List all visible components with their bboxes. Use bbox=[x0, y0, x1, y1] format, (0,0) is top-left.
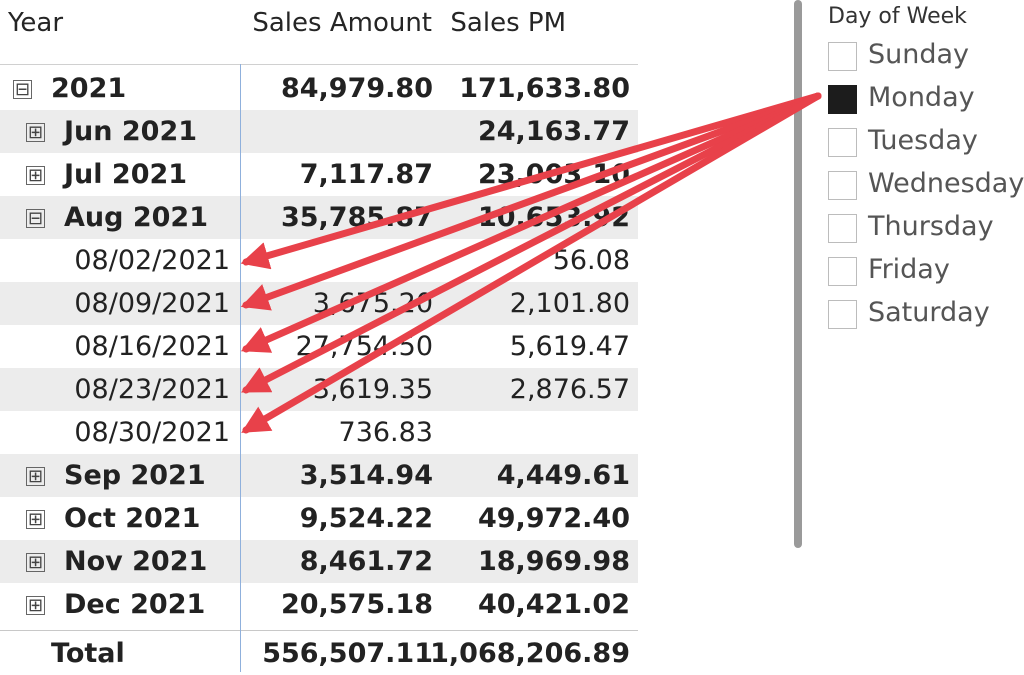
month-row-jun-2021: ⊞ Jun 2021 24,163.77 bbox=[0, 110, 638, 153]
expand-icon[interactable]: ⊞ bbox=[26, 467, 45, 486]
column-header-sales-amount[interactable]: Sales Amount bbox=[252, 8, 432, 38]
row-label: Dec 2021 bbox=[64, 589, 206, 620]
option-label: Monday bbox=[868, 82, 975, 113]
matrix-visual: Year Sales Amount Sales PM ⊟ 2021 84,979… bbox=[0, 0, 638, 672]
checkbox[interactable] bbox=[828, 171, 857, 200]
sales-amount-cell: 20,575.18 bbox=[280, 589, 433, 620]
slicer-option-friday[interactable]: Friday bbox=[828, 253, 1024, 293]
sales-amount-cell: 7,117.87 bbox=[299, 159, 433, 190]
expand-icon[interactable]: ⊞ bbox=[26, 166, 45, 185]
sales-pm-cell: 49,972.40 bbox=[477, 503, 630, 534]
day-row-08-09-2021: 08/09/2021 3,675.20 2,101.80 bbox=[0, 282, 638, 325]
month-row-nov-2021: ⊞ Nov 2021 8,461.72 18,969.98 bbox=[0, 540, 638, 583]
checkbox[interactable] bbox=[828, 42, 857, 71]
expand-icon[interactable]: ⊞ bbox=[26, 123, 45, 142]
matrix-header: Year Sales Amount Sales PM bbox=[0, 0, 638, 65]
total-row: Total 556,507.11 1,068,206.89 bbox=[0, 632, 638, 675]
slicer-option-thursday[interactable]: Thursday bbox=[828, 210, 1024, 250]
sales-pm-cell: 5,619.47 bbox=[509, 331, 630, 362]
expand-icon[interactable]: ⊞ bbox=[26, 553, 45, 572]
sales-amount-cell: 84,979.80 bbox=[280, 73, 433, 104]
sales-pm-cell: 2,101.80 bbox=[509, 288, 630, 319]
sales-pm-cell: 24,163.77 bbox=[477, 116, 630, 147]
sales-amount-cell: 8,461.72 bbox=[299, 546, 433, 577]
column-header-sales-pm[interactable]: Sales PM bbox=[450, 8, 566, 38]
sales-pm-cell: 171,633.80 bbox=[459, 73, 630, 104]
option-label: Tuesday bbox=[868, 125, 978, 156]
option-label: Thursday bbox=[868, 211, 994, 242]
row-label: Nov 2021 bbox=[64, 546, 208, 577]
checkbox[interactable] bbox=[828, 257, 857, 286]
row-label: Oct 2021 bbox=[64, 503, 201, 534]
day-row-08-30-2021: 08/30/2021 736.83 bbox=[0, 411, 638, 454]
total-sales-amount: 556,507.11 bbox=[262, 638, 433, 669]
sales-amount-cell: 3,514.94 bbox=[299, 460, 433, 491]
option-label: Friday bbox=[868, 254, 950, 285]
day-row-08-23-2021: 08/23/2021 3,619.35 2,876.57 bbox=[0, 368, 638, 411]
checkbox-checked[interactable] bbox=[828, 85, 857, 114]
collapse-icon[interactable]: ⊟ bbox=[13, 80, 32, 99]
row-label: Aug 2021 bbox=[64, 202, 208, 233]
option-label: Saturday bbox=[868, 297, 990, 328]
row-label: Jul 2021 bbox=[64, 159, 188, 190]
month-row-sep-2021: ⊞ Sep 2021 3,514.94 4,449.61 bbox=[0, 454, 638, 497]
month-row-jul-2021: ⊞ Jul 2021 7,117.87 23,003.10 bbox=[0, 153, 638, 196]
sales-amount-cell: 9,524.22 bbox=[299, 503, 433, 534]
sales-pm-cell: 4,449.61 bbox=[496, 460, 630, 491]
checkbox[interactable] bbox=[828, 300, 857, 329]
sales-amount-cell: 736.83 bbox=[338, 417, 433, 448]
row-label: 08/23/2021 bbox=[74, 374, 230, 405]
sales-amount-cell: 3,619.35 bbox=[312, 374, 433, 405]
expand-icon[interactable]: ⊞ bbox=[26, 510, 45, 529]
sales-pm-cell: 56.08 bbox=[552, 245, 630, 276]
year-row-2021: ⊟ 2021 84,979.80 171,633.80 bbox=[0, 67, 638, 110]
slicer-option-tuesday[interactable]: Tuesday bbox=[828, 124, 1024, 164]
day-row-08-16-2021: 08/16/2021 27,754.50 5,619.47 bbox=[0, 325, 638, 368]
slicer-option-sunday[interactable]: Sunday bbox=[828, 38, 1024, 78]
total-divider bbox=[0, 630, 638, 631]
sales-pm-cell: 40,421.02 bbox=[477, 589, 630, 620]
sales-pm-cell: 23,003.10 bbox=[477, 159, 630, 190]
expand-icon[interactable]: ⊞ bbox=[26, 596, 45, 615]
total-label: Total bbox=[51, 638, 125, 669]
row-label: Jun 2021 bbox=[64, 116, 198, 147]
sales-amount-cell: 27,754.50 bbox=[295, 331, 433, 362]
column-header-year[interactable]: Year bbox=[8, 8, 63, 38]
scrollbar[interactable] bbox=[794, 0, 802, 548]
option-label: Sunday bbox=[868, 39, 970, 70]
sales-pm-cell: 18,969.98 bbox=[477, 546, 630, 577]
row-label: 08/02/2021 bbox=[74, 245, 230, 276]
row-label: 08/30/2021 bbox=[74, 417, 230, 448]
day-row-08-02-2021: 08/02/2021 56.08 bbox=[0, 239, 638, 282]
sales-amount-cell: 35,785.87 bbox=[280, 202, 433, 233]
month-row-aug-2021: ⊟ Aug 2021 35,785.87 10,653.92 bbox=[0, 196, 638, 239]
option-label: Wednesday bbox=[868, 168, 1024, 199]
slicer-option-monday[interactable]: Monday bbox=[828, 81, 1024, 121]
checkbox[interactable] bbox=[828, 128, 857, 157]
month-row-dec-2021: ⊞ Dec 2021 20,575.18 40,421.02 bbox=[0, 583, 638, 626]
column-divider bbox=[240, 64, 241, 672]
total-sales-pm: 1,068,206.89 bbox=[430, 638, 630, 669]
slicer-option-saturday[interactable]: Saturday bbox=[828, 296, 1024, 336]
month-row-oct-2021: ⊞ Oct 2021 9,524.22 49,972.40 bbox=[0, 497, 638, 540]
row-label: 08/09/2021 bbox=[74, 288, 230, 319]
checkbox[interactable] bbox=[828, 214, 857, 243]
slicer-title: Day of Week bbox=[828, 4, 967, 29]
collapse-icon[interactable]: ⊟ bbox=[26, 209, 45, 228]
sales-pm-cell: 2,876.57 bbox=[509, 374, 630, 405]
row-label: 2021 bbox=[51, 73, 127, 104]
sales-amount-cell: 3,675.20 bbox=[312, 288, 433, 319]
sales-pm-cell: 10,653.92 bbox=[477, 202, 630, 233]
row-label: 08/16/2021 bbox=[74, 331, 230, 362]
row-label: Sep 2021 bbox=[64, 460, 206, 491]
slicer-option-wednesday[interactable]: Wednesday bbox=[828, 167, 1024, 207]
